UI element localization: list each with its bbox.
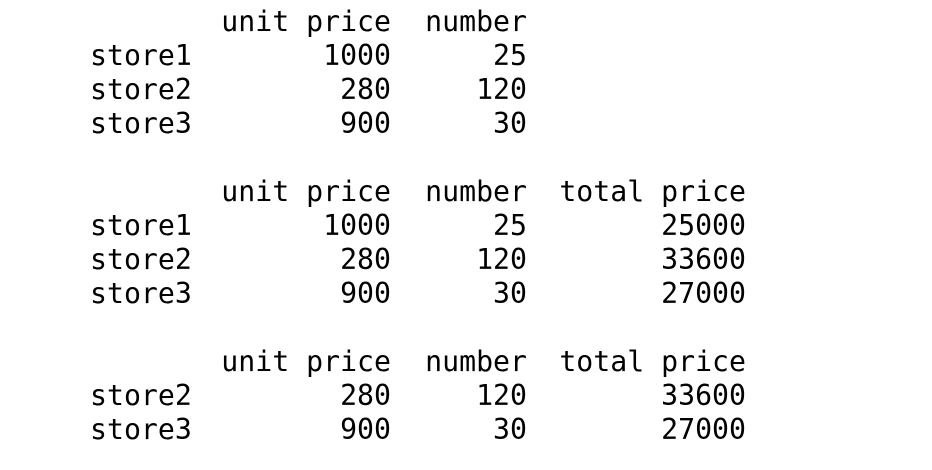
row-index: store3 — [90, 413, 192, 446]
column-header-unit-price: unit price — [221, 345, 391, 378]
dataframe-header-row: unit price number total price — [0, 345, 746, 379]
index-header — [0, 5, 190, 39]
cell-total-price: 25000 — [661, 209, 746, 242]
row-index: store1 — [90, 39, 192, 72]
cell-unit-price: 280 — [340, 243, 391, 276]
column-header-number: number — [425, 175, 527, 208]
dataframe-row: store1 1000 25 — [0, 39, 746, 73]
column-header-number: number — [425, 345, 527, 378]
index-header — [0, 345, 190, 379]
row-index: store3 — [90, 107, 192, 140]
dataframe-row: store2 280 120 — [0, 73, 746, 107]
cell-number: 30 — [493, 277, 527, 310]
column-header-number: number — [425, 5, 527, 38]
row-index: store2 — [90, 243, 192, 276]
row-index: store2 — [90, 379, 192, 412]
cell-number: 25 — [493, 209, 527, 242]
cell-unit-price: 1000 — [323, 209, 391, 242]
column-header-unit-price: unit price — [221, 175, 391, 208]
cell-number: 120 — [476, 379, 527, 412]
dataframe-row: store2 280 120 33600 — [0, 379, 746, 413]
row-index: store2 — [90, 73, 192, 106]
cell-total-price: 33600 — [661, 243, 746, 276]
cell-number: 30 — [493, 107, 527, 140]
dataframe-row: store2 280 120 33600 — [0, 243, 746, 277]
cell-number: 30 — [493, 413, 527, 446]
dataframe-row: store3 900 30 — [0, 107, 746, 141]
dataframe-3: unit price number total price store2 280… — [0, 345, 746, 447]
cell-unit-price: 280 — [340, 73, 391, 106]
dataframe-row: store1 1000 25 25000 — [0, 209, 746, 243]
column-header-total-price: total price — [559, 175, 746, 208]
cell-number: 120 — [476, 73, 527, 106]
row-index: store1 — [90, 209, 192, 242]
index-header — [0, 175, 190, 209]
cell-unit-price: 280 — [340, 379, 391, 412]
cell-number: 25 — [493, 39, 527, 72]
cell-total-price: 33600 — [661, 379, 746, 412]
dataframe-header-row: unit price number total price — [0, 175, 746, 209]
dataframe-row: store3 900 30 27000 — [0, 413, 746, 447]
cell-number: 120 — [476, 243, 527, 276]
dataframe-2: unit price number total price store1 100… — [0, 175, 746, 311]
column-header-total-price: total price — [559, 345, 746, 378]
dataframe-header-row: unit price number — [0, 5, 746, 39]
column-header-unit-price: unit price — [221, 5, 391, 38]
cell-unit-price: 1000 — [323, 39, 391, 72]
cell-unit-price: 900 — [340, 277, 391, 310]
dataframe-1: unit price number store1 1000 25 store2 … — [0, 5, 746, 141]
cell-total-price: 27000 — [661, 413, 746, 446]
cell-total-price: 27000 — [661, 277, 746, 310]
cell-unit-price: 900 — [340, 107, 391, 140]
row-index: store3 — [90, 277, 192, 310]
dataframe-row: store3 900 30 27000 — [0, 277, 746, 311]
console-output: unit price number store1 1000 25 store2 … — [0, 5, 746, 447]
cell-unit-price: 900 — [340, 413, 391, 446]
